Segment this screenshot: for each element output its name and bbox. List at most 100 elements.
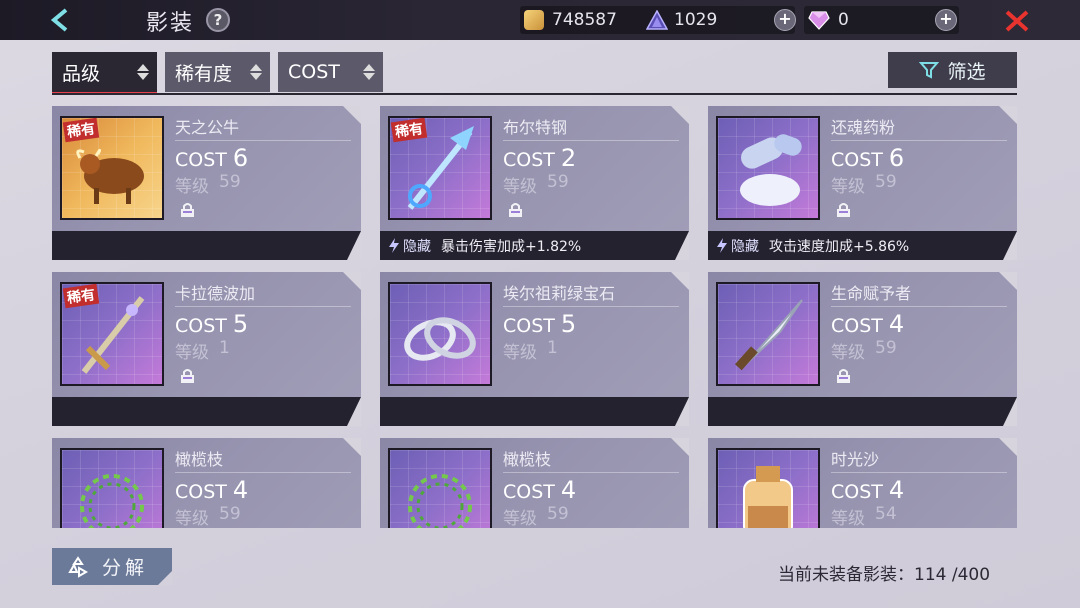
level-label: 等级 bbox=[503, 177, 537, 197]
cost-value: 6 bbox=[232, 144, 249, 172]
item-card[interactable]: 稀有 天之公牛 COST 6 等级 59 bbox=[52, 106, 361, 260]
item-cost: COST 4 bbox=[503, 476, 576, 504]
level-label: 等级 bbox=[831, 509, 865, 528]
name-divider bbox=[175, 140, 351, 141]
crystal-counter: 1029 bbox=[646, 6, 717, 34]
hidden-label: 隐藏 bbox=[403, 238, 431, 255]
item-level: 等级 54 bbox=[831, 504, 897, 528]
item-card[interactable]: 橄榄枝 COST 4 等级 59 bbox=[52, 438, 361, 528]
help-icon[interactable]: ? bbox=[206, 8, 230, 32]
cost-value: 4 bbox=[560, 476, 577, 504]
decompose-label: 分解 bbox=[102, 557, 149, 579]
item-image bbox=[60, 448, 164, 528]
item-name: 橄榄枝 bbox=[503, 450, 552, 469]
item-card[interactable]: 橄榄枝 COST 4 等级 59 bbox=[380, 438, 689, 528]
lock-icon[interactable] bbox=[836, 368, 851, 384]
item-cost: COST 5 bbox=[175, 310, 248, 338]
top-bar: 影装 ? 748587 1029 + 0 + bbox=[0, 0, 1080, 40]
filter-label: 筛选 bbox=[947, 60, 986, 83]
level-label: 等级 bbox=[503, 343, 537, 363]
level-value: 59 bbox=[875, 172, 897, 192]
crystal-icon bbox=[646, 10, 668, 30]
lightning-icon bbox=[717, 238, 727, 253]
sort-tab-label: 品级 bbox=[62, 62, 101, 85]
crystal-amount: 1029 bbox=[674, 10, 718, 30]
item-name: 卡拉德波加 bbox=[175, 284, 256, 303]
item-name: 天之公牛 bbox=[175, 118, 240, 137]
item-card[interactable]: 稀有 卡拉德波加 COST 5 等级 1 bbox=[52, 272, 361, 426]
cost-value: 2 bbox=[560, 144, 577, 172]
laurel-wreath-icon bbox=[408, 474, 472, 528]
decompose-button[interactable]: 分解 bbox=[52, 548, 172, 585]
hidden-label: 隐藏 bbox=[731, 238, 759, 255]
add-crystal-button[interactable]: + bbox=[774, 9, 796, 31]
sort-divider bbox=[52, 93, 1017, 95]
level-label: 等级 bbox=[503, 509, 537, 528]
item-level: 等级 59 bbox=[503, 172, 569, 197]
item-card[interactable]: 时光沙 COST 4 等级 54 bbox=[708, 438, 1017, 528]
add-gem-button[interactable]: + bbox=[935, 9, 957, 31]
item-level: 等级 59 bbox=[175, 172, 241, 197]
item-level: 等级 59 bbox=[503, 504, 569, 528]
sort-tab-label: 稀有度 bbox=[175, 62, 233, 85]
cost-value: 4 bbox=[888, 310, 905, 338]
cost-label: COST bbox=[175, 315, 227, 337]
close-button[interactable] bbox=[1003, 8, 1031, 34]
item-card[interactable]: 稀有 布尔特钢 COST 2 等级 59 隐藏 暴击伤害加成+1.82% bbox=[380, 106, 689, 260]
cost-value: 5 bbox=[232, 310, 249, 338]
level-value: 59 bbox=[219, 504, 241, 524]
name-divider bbox=[831, 472, 1007, 473]
cost-value: 6 bbox=[888, 144, 905, 172]
item-cost: COST 5 bbox=[503, 310, 576, 338]
level-value: 1 bbox=[547, 338, 558, 358]
cost-label: COST bbox=[503, 149, 555, 171]
gem-amount: 0 bbox=[838, 10, 849, 30]
item-card[interactable]: 生命赋予者 COST 4 等级 59 bbox=[708, 272, 1017, 426]
lock-icon[interactable] bbox=[180, 202, 195, 218]
item-level: 等级 59 bbox=[175, 504, 241, 528]
sort-arrows-icon bbox=[363, 62, 375, 82]
card-footer bbox=[52, 397, 361, 426]
name-divider bbox=[503, 306, 679, 307]
back-button[interactable] bbox=[36, 4, 84, 36]
item-image bbox=[716, 448, 820, 528]
item-image: 稀有 bbox=[60, 116, 164, 220]
item-card[interactable]: 埃尔祖莉绿宝石 COST 5 等级 1 bbox=[380, 272, 689, 426]
lock-icon[interactable] bbox=[836, 202, 851, 218]
item-cost: COST 2 bbox=[503, 144, 576, 172]
gold-amount: 748587 bbox=[552, 10, 617, 30]
cost-label: COST bbox=[831, 481, 883, 503]
lock-icon[interactable] bbox=[180, 368, 195, 384]
item-cost: COST 6 bbox=[831, 144, 904, 172]
name-divider bbox=[175, 472, 351, 473]
sort-arrows-icon bbox=[137, 62, 149, 82]
sort-bar: 品级 稀有度 COST 筛选 bbox=[52, 52, 1017, 96]
level-value: 59 bbox=[547, 172, 569, 192]
level-label: 等级 bbox=[831, 343, 865, 363]
hidden-attribute-tag: 隐藏 bbox=[388, 236, 431, 256]
level-label: 等级 bbox=[175, 509, 209, 528]
item-grid: 稀有 天之公牛 COST 6 等级 59 稀有 布尔特钢 COST 2 等级 59 隐藏 暴击伤害加成+1… bbox=[0, 100, 1080, 528]
item-name: 橄榄枝 bbox=[175, 450, 224, 469]
card-footer: 隐藏 攻击速度加成+5.86% bbox=[708, 231, 1017, 260]
sort-tab-grade[interactable]: 品级 bbox=[52, 52, 157, 95]
lock-icon[interactable] bbox=[508, 202, 523, 218]
filter-button[interactable]: 筛选 bbox=[888, 52, 1017, 88]
item-card[interactable]: 还魂药粉 COST 6 等级 59 隐藏 攻击速度加成+5.86% bbox=[708, 106, 1017, 260]
recycle-icon bbox=[68, 555, 89, 578]
item-image bbox=[388, 282, 492, 386]
name-divider bbox=[503, 140, 679, 141]
knife-icon bbox=[734, 299, 803, 371]
item-cost: COST 4 bbox=[831, 310, 904, 338]
name-divider bbox=[175, 306, 351, 307]
sort-tab-cost[interactable]: COST bbox=[278, 52, 383, 92]
page-title: 影装 bbox=[146, 11, 195, 36]
cost-label: COST bbox=[175, 149, 227, 171]
item-image bbox=[388, 448, 492, 528]
sort-tab-label: COST bbox=[288, 61, 340, 83]
item-image bbox=[716, 116, 820, 220]
sort-tab-rarity[interactable]: 稀有度 bbox=[165, 52, 270, 92]
cost-label: COST bbox=[831, 149, 883, 171]
item-image: 稀有 bbox=[388, 116, 492, 220]
laurel-wreath-icon bbox=[80, 474, 144, 528]
